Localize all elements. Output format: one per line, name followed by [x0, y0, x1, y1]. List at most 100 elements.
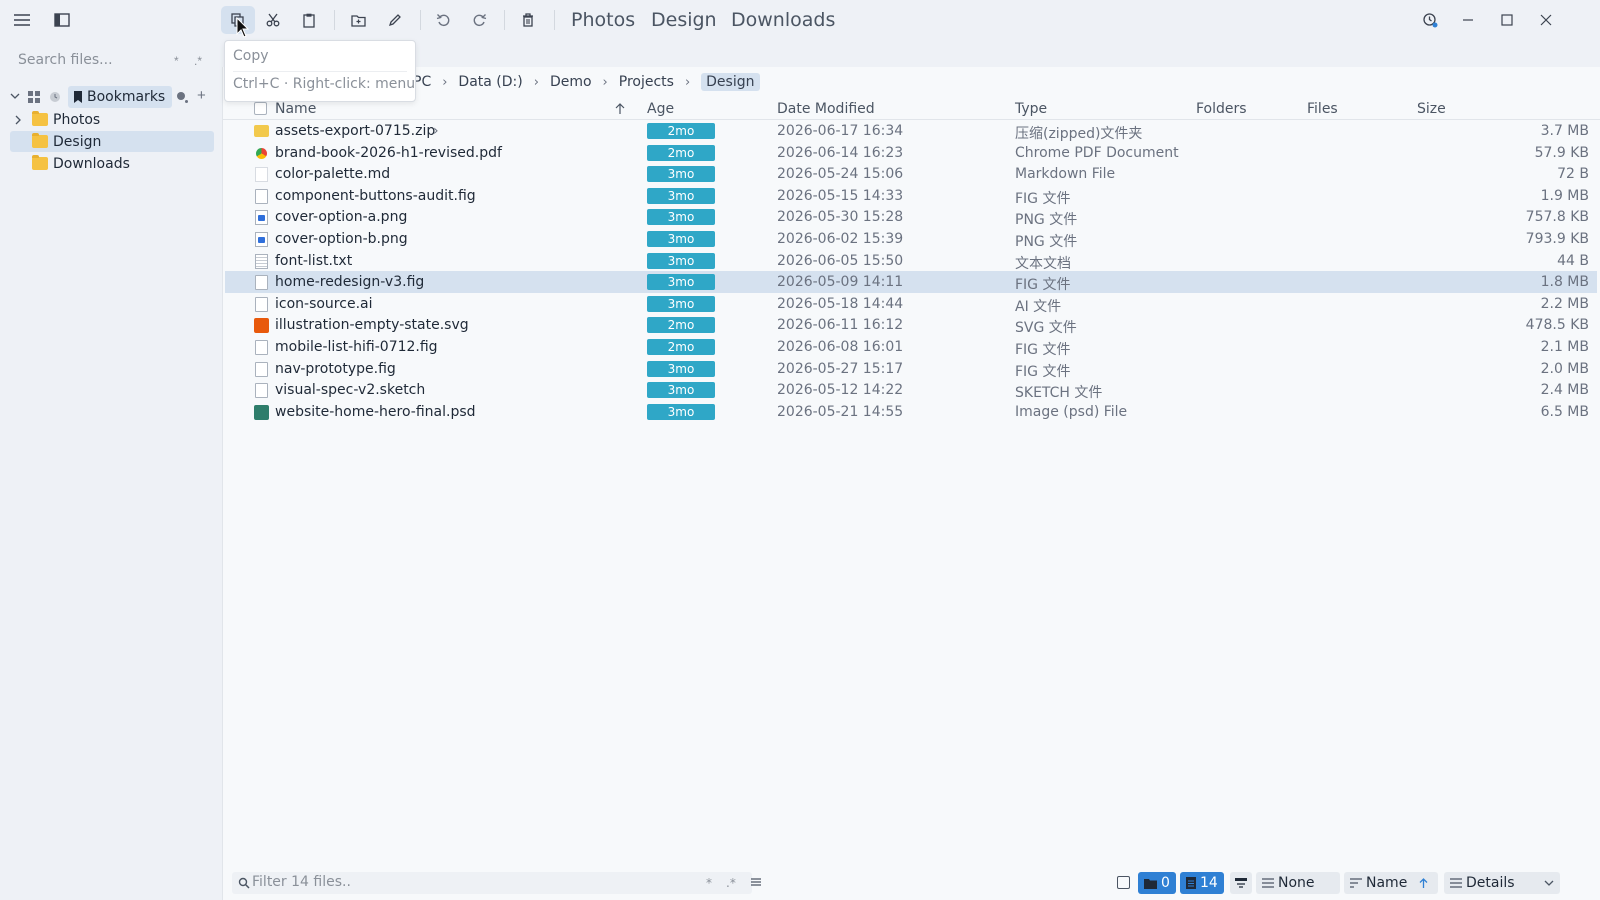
column-header-files[interactable]: Files [1307, 101, 1338, 119]
select-all-checkbox[interactable] [254, 102, 267, 115]
sidebar-item-photos[interactable]: Photos [10, 109, 214, 130]
chevron-down-icon[interactable] [10, 91, 20, 101]
file-size: 44 B [1557, 252, 1589, 269]
column-header-date[interactable]: Date Modified [777, 101, 875, 119]
column-header-age[interactable]: Age [647, 101, 674, 119]
selection-checkbox[interactable] [1117, 876, 1130, 889]
breadcrumb-item[interactable]: Projects [619, 74, 674, 90]
table-row[interactable]: nav-prototype.fig 3mo 2026-05-27 15:17 FIG … [225, 358, 1597, 380]
file-name: assets-export-0715.zip [275, 123, 436, 139]
column-header-folders[interactable]: Folders [1196, 101, 1247, 119]
file-icon [255, 188, 268, 204]
table-row[interactable]: mobile-list-hifi-0712.fig 2mo 2026-06-08 1… [225, 336, 1597, 358]
filter-input[interactable]: Filter 14 files.. * .* [232, 872, 752, 894]
chevron-right-icon[interactable]: › [433, 123, 439, 139]
group-by-icon [1262, 878, 1274, 888]
cut-icon[interactable] [256, 6, 290, 34]
tab-photos[interactable]: Photos [571, 9, 635, 31]
sidebar-item-downloads[interactable]: Downloads [10, 153, 214, 174]
table-row[interactable]: font-list.txt 3mo 2026-06-05 15:50 文本文档 44 B [225, 250, 1597, 272]
bookmarks-tab[interactable]: Bookmarks [68, 86, 173, 108]
maximize-icon[interactable] [1490, 6, 1524, 34]
rename-icon[interactable] [378, 6, 412, 34]
delete-icon[interactable] [511, 6, 545, 34]
table-row[interactable]: color-palette.md 3mo 2026-05-24 15:06 Markd… [225, 163, 1597, 185]
paste-icon[interactable] [292, 6, 326, 34]
folder-count: 0 [1161, 875, 1170, 891]
pin-icon[interactable] [176, 91, 189, 104]
menu-icon[interactable] [5, 6, 39, 34]
file-icon [255, 275, 268, 291]
text-icon [255, 253, 268, 269]
age-badge: 2mo [647, 339, 715, 355]
chevron-right-icon[interactable] [14, 115, 28, 125]
undo-icon[interactable] [426, 6, 460, 34]
chevron-right-icon: › [442, 74, 448, 90]
file-type: PNG 文件 [1015, 212, 1078, 229]
chevron-down-icon[interactable] [1544, 880, 1554, 887]
wildcard-toggle[interactable]: * [706, 876, 712, 890]
group-icon [1235, 878, 1247, 888]
table-row[interactable]: illustration-empty-state.svg 2mo 2026-06-1… [225, 314, 1597, 336]
file-count-badge[interactable]: 14 [1180, 872, 1224, 894]
table-row[interactable]: brand-book-2026-h1-revised.pdf 2mo 2026-06… [225, 142, 1597, 164]
sort-ascending-icon [615, 103, 625, 115]
regex-toggle[interactable]: .* [726, 876, 736, 890]
file-type: FIG 文件 [1015, 363, 1071, 380]
table-row[interactable]: home-redesign-v3.fig 3mo 2026-05-09 14:11 F… [225, 271, 1597, 294]
file-name: cover-option-b.png [275, 231, 408, 247]
age-badge: 3mo [647, 382, 715, 399]
date-modified: 2026-05-18 14:44 [777, 295, 904, 312]
recent-icon[interactable] [49, 91, 61, 103]
grid-view-icon[interactable] [28, 91, 40, 103]
sort-icon [1350, 878, 1362, 888]
psd-icon [254, 404, 269, 420]
table-row[interactable]: component-buttons-audit.fig 3mo 2026-05-15… [225, 185, 1597, 207]
folder-count-badge[interactable]: 0 [1138, 872, 1176, 894]
wildcard-toggle[interactable]: * [174, 54, 179, 68]
file-icon [255, 296, 268, 312]
new-folder-icon[interactable] [341, 6, 375, 34]
regex-toggle[interactable]: .* [194, 54, 202, 68]
table-row[interactable]: icon-source.ai 3mo 2026-05-18 14:44 AI 文件 2.… [225, 293, 1597, 315]
toolbar: Photos Design Downloads [0, 0, 1600, 40]
table-row[interactable]: cover-option-b.png 3mo 2026-06-02 15:39 PNG… [225, 228, 1597, 250]
tab-downloads[interactable]: Downloads [731, 9, 835, 31]
group-toggle-button[interactable] [1230, 872, 1252, 894]
date-modified: 2026-05-21 14:55 [777, 403, 904, 420]
table-row[interactable]: website-home-hero-final.psd 3mo 2026-05-21… [225, 401, 1597, 423]
list-options-icon[interactable] [750, 876, 762, 888]
breadcrumb-item[interactable]: Demo [550, 74, 592, 90]
column-header-name[interactable]: Name [275, 101, 316, 119]
tab-design[interactable]: Design [651, 9, 717, 31]
view-mode-select[interactable]: Details [1444, 872, 1560, 894]
file-name: nav-prototype.fig [275, 360, 396, 377]
table-row[interactable]: visual-spec-v2.sketch 3mo 2026-05-12 14:22… [225, 379, 1597, 401]
file-size: 2.1 MB [1540, 339, 1589, 355]
file-type: AI 文件 [1015, 298, 1062, 315]
date-modified: 2026-05-15 14:33 [777, 187, 904, 204]
redo-icon[interactable] [462, 6, 496, 34]
history-icon[interactable] [1413, 6, 1447, 34]
sort-ascending-icon[interactable] [1419, 877, 1428, 889]
table-row[interactable]: assets-export-0715.zip 2mo 2026-06-17 16:3… [225, 120, 1597, 142]
sidebar-item-design[interactable]: Design [10, 131, 214, 152]
folder-icon [32, 133, 48, 148]
column-header-type[interactable]: Type [1015, 101, 1047, 119]
file-type: Chrome PDF Document [1015, 144, 1179, 161]
breadcrumb-current[interactable]: Design [701, 73, 760, 91]
table-row[interactable]: cover-option-a.png 3mo 2026-05-30 15:28 PNG… [225, 206, 1597, 228]
search-icon [238, 877, 250, 889]
add-bookmark-button[interactable]: + [197, 87, 206, 104]
sidebar-toggle-icon[interactable] [45, 6, 79, 34]
age-badge: 3mo [647, 295, 715, 312]
toolbar-divider [420, 10, 421, 30]
group-by-select[interactable]: None [1256, 872, 1340, 894]
close-icon[interactable] [1529, 6, 1563, 34]
column-header-size[interactable]: Size [1417, 101, 1446, 119]
file-type: SKETCH 文件 [1015, 385, 1103, 402]
search-input[interactable]: Search files... [18, 52, 113, 68]
sort-by-select[interactable]: Name [1344, 872, 1438, 894]
minimize-icon[interactable] [1451, 6, 1485, 34]
breadcrumb-item[interactable]: Data (D:) [458, 74, 522, 90]
